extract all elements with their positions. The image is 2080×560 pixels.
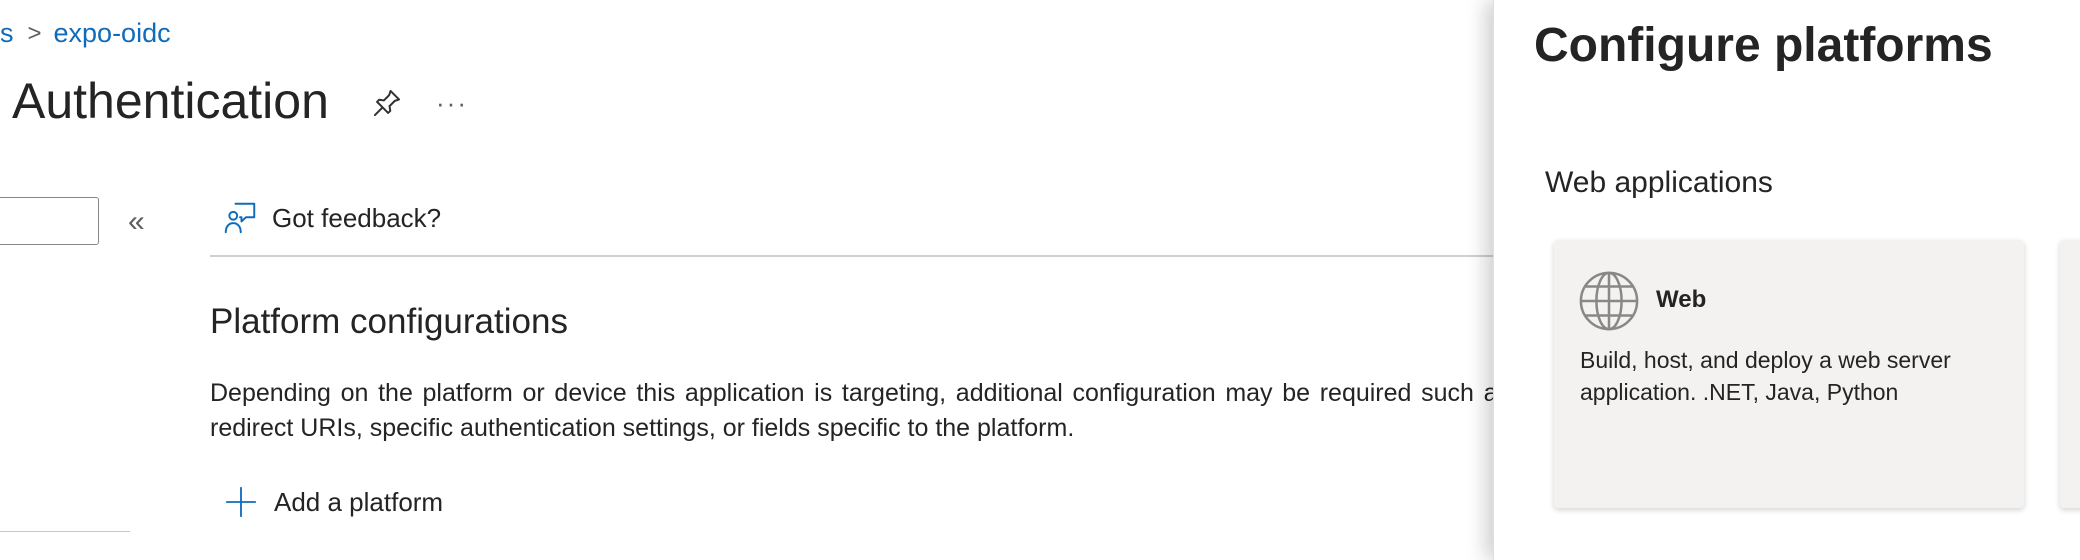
pin-icon[interactable] <box>370 86 404 120</box>
breadcrumb: s > expo-oidc <box>0 18 171 49</box>
feedback-button[interactable]: Got feedback? <box>222 200 441 236</box>
more-options-icon[interactable]: ··· <box>436 88 468 119</box>
panel-title: Configure platforms <box>1534 19 1993 72</box>
web-tile-title: Web <box>1656 286 1707 313</box>
feedback-label: Got feedback? <box>272 202 442 233</box>
platform-configurations-heading: Platform configurations <box>210 302 568 341</box>
add-platform-button[interactable]: Add a platform <box>224 485 443 519</box>
globe-icon <box>1579 271 1639 331</box>
collapse-menu-icon[interactable]: « <box>128 205 145 239</box>
configure-platforms-panel: Configure platforms Web applications Web… <box>1493 0 2080 560</box>
command-bar-divider <box>210 255 1500 257</box>
breadcrumb-separator-icon: > <box>27 20 42 47</box>
nav-divider <box>0 531 130 532</box>
web-applications-heading: Web applications <box>1545 166 1773 199</box>
web-platform-tile[interactable]: Web Build, host, and deploy a web server… <box>1554 240 2024 508</box>
add-platform-label: Add a platform <box>274 486 444 517</box>
breadcrumb-parent-link[interactable]: s <box>0 18 14 48</box>
app-page: s > expo-oidc Authentication ··· « Got fee… <box>0 0 2080 560</box>
plus-icon <box>225 486 257 518</box>
feedback-icon <box>224 202 256 234</box>
next-platform-tile[interactable] <box>2060 240 2080 508</box>
page-title: Authentication <box>12 73 329 129</box>
breadcrumb-current-link[interactable]: expo-oidc <box>54 18 171 48</box>
platform-configurations-description: Depending on the platform or device this… <box>210 379 1510 442</box>
nav-search-input[interactable] <box>0 197 99 245</box>
web-tile-description: Build, host, and deploy a web server app… <box>1580 347 1951 405</box>
